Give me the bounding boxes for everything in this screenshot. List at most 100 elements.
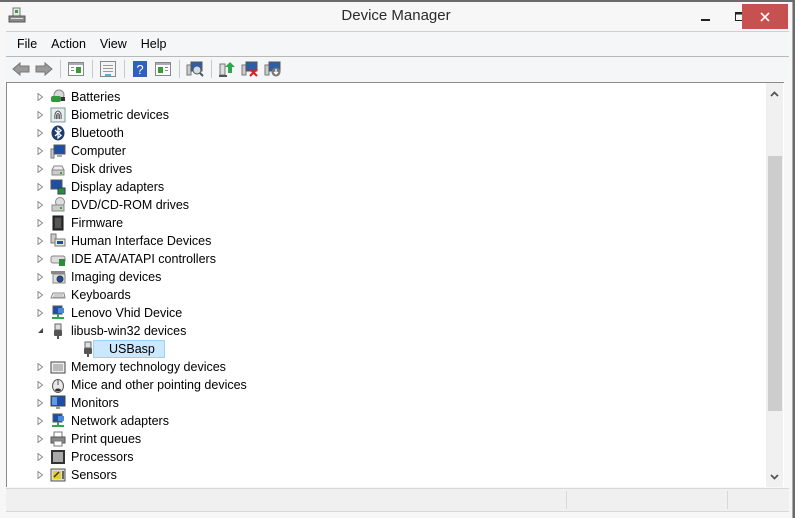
menu-file[interactable]: File <box>6 33 44 55</box>
expand-arrow-icon[interactable] <box>37 380 45 390</box>
tree-category[interactable]: Memory technology devices <box>7 358 784 376</box>
tree-category[interactable]: libusb-win32 devices <box>7 322 784 340</box>
uninstall-device-button[interactable] <box>239 58 261 80</box>
tree-category[interactable]: Human Interface Devices <box>7 232 784 250</box>
scan-hardware-button[interactable] <box>184 58 206 80</box>
status-pane-1 <box>6 491 564 509</box>
tree-item-label: Biometric devices <box>71 108 169 122</box>
tree-item-label: Batteries <box>71 90 121 104</box>
camera-icon <box>51 271 66 284</box>
toolbar-separator <box>179 60 180 78</box>
expand-arrow-icon[interactable] <box>37 290 45 300</box>
tree-category[interactable]: Lenovo Vhid Device <box>7 304 784 322</box>
expand-arrow-icon[interactable] <box>37 254 45 264</box>
expand-arrow-icon[interactable] <box>37 272 45 282</box>
menu-help[interactable]: Help <box>134 33 174 55</box>
tree-item-label: Bluetooth <box>71 126 124 140</box>
disable-device-icon <box>264 61 281 77</box>
expand-arrow-icon[interactable] <box>37 362 45 372</box>
expand-arrow-icon[interactable] <box>37 128 45 138</box>
computer-icon <box>50 144 66 159</box>
battery-icon <box>51 89 65 102</box>
tree-category[interactable]: IDE ATA/ATAPI controllers <box>7 250 784 268</box>
tree-item-label: Network adapters <box>71 414 169 428</box>
menu-view[interactable]: View <box>93 33 134 55</box>
expand-arrow-icon[interactable] <box>37 434 45 444</box>
device-tree[interactable]: Batteries Biometric devices Bluetooth Compu… <box>6 82 784 487</box>
tree-item-label: USBasp <box>109 342 155 356</box>
back-button[interactable] <box>10 58 32 80</box>
forward-button[interactable] <box>33 58 55 80</box>
hid-icon <box>50 233 66 247</box>
tree-item-label: Processors <box>71 450 134 464</box>
tree-device[interactable]: USBasp <box>7 340 784 358</box>
expand-arrow-icon[interactable] <box>37 218 45 228</box>
expand-arrow-icon[interactable] <box>37 236 45 246</box>
svg-text:?: ? <box>136 62 143 77</box>
update-driver-button[interactable] <box>216 58 238 80</box>
close-button[interactable] <box>742 4 788 29</box>
expand-arrow-icon[interactable] <box>37 416 45 426</box>
expand-arrow-icon[interactable] <box>37 182 45 192</box>
expand-arrow-icon[interactable] <box>37 470 45 480</box>
tree-item-label: libusb-win32 devices <box>71 324 187 338</box>
sensor-icon <box>50 468 66 482</box>
bluetooth-icon <box>51 125 65 141</box>
help-button[interactable]: ? <box>129 58 151 80</box>
expand-arrow-icon[interactable] <box>37 164 45 174</box>
tree-category[interactable]: Display adapters <box>7 178 784 196</box>
tree-category[interactable]: Bluetooth <box>7 124 784 142</box>
title-bar[interactable]: Device Manager <box>0 2 792 31</box>
tree-item-label: Disk drives <box>71 162 133 176</box>
expand-arrow-icon[interactable] <box>37 308 45 318</box>
tree-category[interactable]: DVD/CD-ROM drives <box>7 196 784 214</box>
expand-arrow-icon[interactable] <box>37 146 45 156</box>
device-manager-window: Device Manager File Action View Help ? B… <box>0 2 793 518</box>
expand-arrow-icon[interactable] <box>37 92 45 102</box>
chevron-down-icon <box>770 473 779 480</box>
tree-category[interactable]: Sensors <box>7 466 784 484</box>
tree-category[interactable]: Computer <box>7 142 784 160</box>
tree-category[interactable]: Imaging devices <box>7 268 784 286</box>
menu-bar: File Action View Help <box>6 31 789 56</box>
tree-category[interactable]: Mice and other pointing devices <box>7 376 784 394</box>
properties-button[interactable] <box>97 58 119 80</box>
toolbar-separator <box>60 60 61 78</box>
tree-item-label: DVD/CD-ROM drives <box>71 198 190 212</box>
usb-plug-icon <box>84 341 92 357</box>
expand-arrow-icon[interactable] <box>37 398 45 408</box>
scrollbar-thumb[interactable] <box>768 156 782 411</box>
vertical-scrollbar[interactable] <box>766 83 783 487</box>
tree-category[interactable]: Biometric devices <box>7 106 784 124</box>
tree-category[interactable]: Batteries <box>7 88 784 106</box>
tree-category[interactable]: Firmware <box>7 214 784 232</box>
mouse-icon <box>52 379 64 393</box>
processor-icon <box>51 450 65 464</box>
display-adapter-icon <box>50 179 66 195</box>
show-action-pane-button[interactable] <box>152 58 174 80</box>
chevron-up-icon <box>770 90 779 97</box>
tree-category[interactable]: Disk drives <box>7 160 784 178</box>
tree-item-label: Imaging devices <box>71 270 162 284</box>
dvd-drive-icon <box>51 197 65 212</box>
show-hide-console-tree-button[interactable] <box>65 58 87 80</box>
expand-arrow-icon[interactable] <box>37 200 45 210</box>
collapse-arrow-icon[interactable] <box>37 327 45 335</box>
scroll-up-button[interactable] <box>766 85 783 102</box>
minimize-button[interactable] <box>688 4 724 29</box>
show-hide-console-tree-icon <box>68 62 84 76</box>
scroll-down-button[interactable] <box>766 468 783 485</box>
expand-arrow-icon[interactable] <box>37 110 45 120</box>
tree-category[interactable]: Print queues <box>7 430 784 448</box>
close-icon <box>760 11 770 22</box>
show-action-pane-icon <box>155 62 171 76</box>
tree-category[interactable]: Keyboards <box>7 286 784 304</box>
disable-device-button[interactable] <box>262 58 284 80</box>
menu-action[interactable]: Action <box>44 33 93 55</box>
disk-drive-icon <box>51 165 65 176</box>
tree-item-label: Monitors <box>71 396 119 410</box>
tree-category[interactable]: Monitors <box>7 394 784 412</box>
tree-category[interactable]: Processors <box>7 448 784 466</box>
tree-category[interactable]: Network adapters <box>7 412 784 430</box>
expand-arrow-icon[interactable] <box>37 452 45 462</box>
